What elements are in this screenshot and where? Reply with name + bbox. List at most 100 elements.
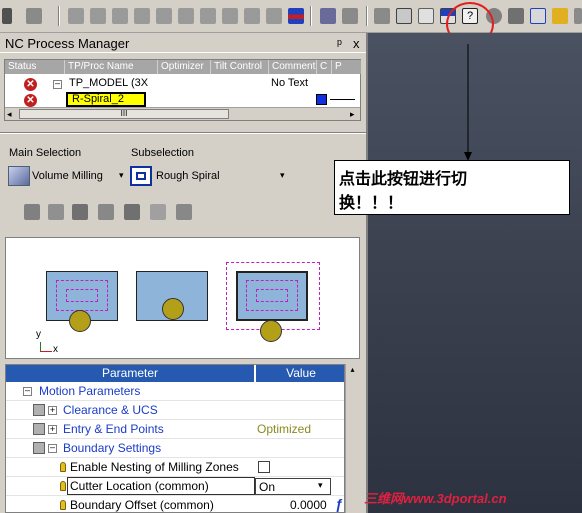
wand-icon[interactable] (26, 8, 42, 24)
col-optimizer[interactable]: Optimizer (158, 60, 211, 74)
toolpath-icon-8[interactable] (222, 8, 238, 24)
scroll-up-icon[interactable]: ▴ (347, 365, 358, 377)
collapse-icon[interactable]: – (53, 79, 62, 89)
subselection-dropdown[interactable]: Rough Spiral ▾ (130, 166, 290, 186)
close-icon[interactable]: x (353, 36, 360, 51)
toolpath-icon-4[interactable] (134, 8, 150, 24)
param-label: Entry & End Points (63, 422, 164, 436)
tree-row-comment: No Text (271, 77, 309, 89)
tree-row-name-selected[interactable]: R-Spiral_2 (66, 92, 146, 107)
grid-header-value[interactable]: Value (256, 365, 344, 382)
parameter-grid: Parameter Value – Motion Parameters + Cl… (5, 364, 345, 513)
param-value[interactable]: 0.0000 (290, 498, 327, 512)
main-toolbar: ? (0, 0, 582, 46)
tool-icon[interactable] (342, 8, 358, 24)
panel-title: NC Process Manager (5, 36, 130, 51)
toolpath-icon-1[interactable] (68, 8, 84, 24)
expand-icon[interactable]: + (48, 425, 57, 434)
spiral-inner (136, 172, 146, 180)
settings-page-icon (33, 423, 45, 435)
process-manager-icon[interactable] (396, 8, 412, 24)
preview-path-1b (66, 289, 98, 302)
grid-header-parameter[interactable]: Parameter (6, 365, 255, 382)
axis-y-label: y (36, 329, 41, 340)
toolpath-icon-5[interactable] (156, 8, 172, 24)
col-comment[interactable]: Comment (269, 60, 317, 74)
more-icon[interactable] (574, 8, 582, 24)
scroll-thumb[interactable]: III (19, 109, 229, 119)
toolpath-icon-7[interactable] (200, 8, 216, 24)
select-value: On (259, 480, 276, 494)
stock-icon[interactable] (530, 8, 546, 24)
bulb-icon (60, 481, 66, 491)
param-label: Boundary Settings (63, 441, 162, 455)
grid-vscrollbar[interactable]: ▴ (345, 364, 359, 513)
preview-tool-1 (69, 310, 91, 332)
collapse-icon[interactable]: – (48, 443, 57, 453)
table-icon[interactable] (418, 8, 434, 24)
param-row[interactable]: Enable Nesting of Milling Zones (6, 458, 344, 477)
param-label: Motion Parameters (39, 384, 141, 398)
strategy-preview: y x (5, 237, 360, 359)
param-row[interactable]: + Entry & End Points Optimized (6, 420, 344, 439)
machine-icon[interactable] (374, 8, 390, 24)
param-row[interactable]: + Clearance & UCS (6, 401, 344, 420)
main-selection-dropdown[interactable]: Volume Milling ▾ (8, 166, 128, 186)
tree-row-name[interactable]: TP_MODEL (3X (69, 77, 148, 89)
param-row[interactable]: Boundary Offset (common) 0.0000 ƒ (6, 496, 344, 512)
watermark: 三维网www.3dportal.cn (364, 491, 507, 506)
formula-icon[interactable]: ƒ (335, 496, 343, 512)
rough-spiral-icon (130, 166, 152, 186)
col-name[interactable]: TP/Proc Name (65, 60, 158, 74)
toolpath-icon-2[interactable] (90, 8, 106, 24)
pin-icon[interactable]: ᵖ (337, 36, 342, 51)
expand-icon[interactable]: + (48, 406, 57, 415)
settings-page-icon (33, 404, 45, 416)
tree-connector (330, 99, 355, 100)
status-error-icon: ✕ (24, 94, 37, 107)
toolpath-icon-9[interactable] (244, 8, 260, 24)
toolpath-icon-6[interactable] (178, 8, 194, 24)
tree-hscrollbar[interactable]: ◂ III ▸ (5, 107, 360, 120)
list-icon[interactable] (288, 8, 304, 24)
panel-titlebar: NC Process Manager ᵖ x (0, 33, 366, 53)
color-swatch (316, 94, 327, 105)
param-row[interactable]: – Motion Parameters (6, 382, 344, 401)
cutter-location-select[interactable]: On ▾ (255, 478, 331, 495)
toolpath-icon-10[interactable] (266, 8, 282, 24)
col-status[interactable]: Status (5, 60, 65, 74)
tool-holder-icon[interactable] (508, 8, 524, 24)
splitter[interactable] (0, 132, 366, 134)
tools-icon[interactable] (150, 204, 166, 220)
param-label: Cutter Location (common) (70, 479, 209, 493)
chevron-down-icon: ▾ (119, 170, 124, 180)
edit-icon[interactable] (98, 204, 114, 220)
chevron-down-icon: ▾ (318, 480, 323, 490)
copy-icon[interactable] (48, 204, 64, 220)
axis-icon[interactable] (320, 8, 336, 24)
scroll-right-icon[interactable]: ▸ (350, 109, 355, 120)
volume-milling-icon (8, 166, 30, 186)
axis-x-label: x (53, 344, 58, 355)
param-row[interactable]: – Boundary Settings (6, 439, 344, 458)
col-p[interactable]: P (332, 60, 362, 74)
solid-icon[interactable] (552, 8, 568, 24)
params-icon[interactable] (72, 204, 88, 220)
param-row[interactable]: Cutter Location (common) On ▾ (6, 477, 344, 496)
cursor-icon[interactable] (2, 8, 12, 24)
toolbar-separator (310, 6, 312, 26)
collapse-icon[interactable]: – (23, 386, 32, 396)
nesting-checkbox[interactable] (258, 461, 270, 473)
settings-page-icon (33, 442, 45, 454)
reset-icon[interactable] (176, 204, 192, 220)
col-c[interactable]: C (317, 60, 332, 74)
toolpath-icon-3[interactable] (112, 8, 128, 24)
new-icon[interactable] (24, 204, 40, 220)
main-selection-label: Main Selection (9, 147, 82, 159)
save-icon[interactable] (124, 204, 140, 220)
preview-path-3b (256, 289, 288, 302)
param-value[interactable]: Optimized (257, 422, 311, 436)
col-tilt-control[interactable]: Tilt Control (211, 60, 269, 74)
scroll-left-icon[interactable]: ◂ (7, 109, 12, 120)
param-label: Enable Nesting of Milling Zones (70, 460, 239, 474)
